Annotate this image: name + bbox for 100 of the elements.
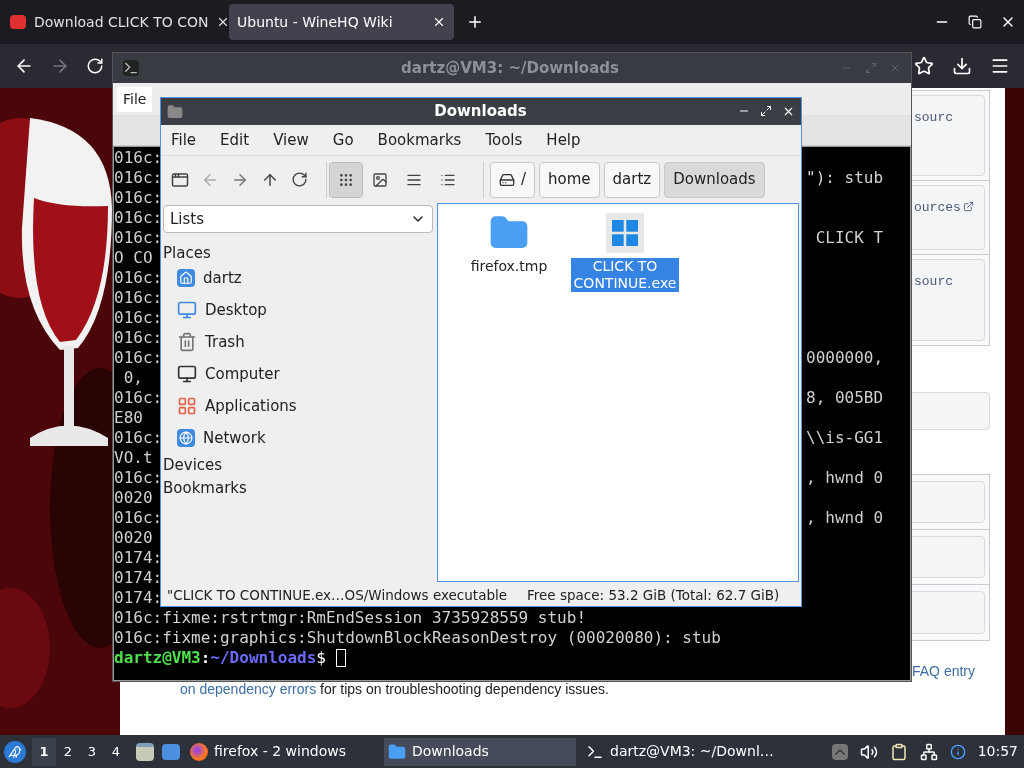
status-text: "CLICK TO CONTINUE.ex…OS/Windows executable (167, 585, 508, 605)
terminal-line: 016c: (114, 308, 163, 328)
place-item[interactable]: Computer (163, 358, 433, 390)
shell-prompt: dartz@VM3:~/Downloads$ (114, 648, 326, 668)
file-name[interactable]: CLICK TO CONTINUE.exe (571, 258, 679, 292)
browser-tab[interactable]: Ubuntu - WineHQ Wiki (229, 4, 454, 40)
browser-tab[interactable]: Download CLICK TO CON (2, 4, 227, 40)
workspace-button[interactable]: 2 (56, 737, 80, 766)
terminal-line: 0, (122, 368, 143, 388)
task-button[interactable]: firefox - 2 windows (186, 737, 378, 766)
trash-icon (177, 332, 197, 352)
terminal-line: 016c: (114, 188, 163, 208)
terminal-line: 016c: (114, 348, 163, 368)
terminal-line: 016c:fixme:graphics:ShutdownBlockReasonDestroy (00020080): stub (114, 628, 722, 648)
terminal-line: 0174: (114, 568, 163, 588)
terminal-line: , hwnd 0 (806, 508, 885, 528)
place-item[interactable]: Trash (163, 326, 433, 358)
path-button[interactable]: home (539, 161, 600, 198)
section-heading: Places (163, 243, 212, 262)
menu-item[interactable]: View (273, 128, 309, 152)
path-button[interactable]: dartz (603, 161, 661, 198)
menu-item[interactable]: Help (546, 128, 581, 152)
menu-item[interactable]: Bookmarks (377, 128, 462, 152)
workspace-button[interactable]: 3 (80, 737, 104, 766)
new-tab-icon[interactable] (466, 13, 484, 31)
close-icon[interactable] (782, 105, 795, 118)
place-item[interactable]: dartz (163, 262, 433, 294)
faq-link[interactable]: FAQ entry (912, 663, 976, 679)
terminal-line: 016c: (114, 388, 163, 408)
clipboard-icon[interactable] (889, 742, 908, 761)
task-button[interactable]: Downloads (384, 737, 576, 766)
terminal-line: 016c: (114, 288, 163, 308)
drive-icon (499, 171, 515, 188)
section-heading: Devices (163, 455, 224, 476)
file-cabinet-icon[interactable] (136, 742, 154, 761)
image-icon (372, 171, 388, 188)
terminal-line: 016c: (114, 428, 163, 448)
terminal-line: 8, 005BD (806, 388, 885, 408)
terminal-line: 0020 (114, 488, 153, 508)
window-title: Downloads (433, 101, 527, 123)
restore-icon[interactable] (968, 15, 982, 29)
terminal-line: \\is-GG1 (806, 428, 885, 448)
view-mode-button[interactable] (329, 161, 363, 198)
computer-icon (177, 364, 197, 384)
clock: 10:57 (977, 742, 1018, 761)
terminal-line: 016c: (114, 148, 163, 168)
terminal-line: 016c: (114, 168, 163, 188)
terminal-icon (123, 60, 139, 76)
terminal-line: 016c: (114, 468, 163, 488)
place-item[interactable]: Desktop (163, 294, 433, 326)
volume-icon[interactable] (859, 742, 878, 761)
home-icon (177, 269, 195, 287)
workspace-button[interactable]: 1 (32, 737, 56, 766)
code-text: ources (914, 199, 961, 217)
applications-icon (177, 396, 197, 416)
download-icon[interactable] (952, 56, 972, 76)
notification-icon[interactable] (949, 743, 966, 760)
terminal-line: VO.t (114, 448, 153, 468)
terminal-line: 016c: (114, 268, 163, 288)
side-pane-dropdown[interactable]: Lists (163, 205, 433, 233)
task-button[interactable]: dartz@VM3: ~/Downl… (582, 737, 774, 766)
terminal-line: 016c:fixme:rstrtmgr:RmEndSession 3735928559 stub! (114, 608, 587, 628)
menu-item[interactable]: Tools (485, 128, 523, 152)
path-button[interactable]: / (490, 161, 536, 198)
reload-icon[interactable] (291, 171, 308, 188)
terminal-line: E80 (114, 408, 143, 428)
maximize-icon[interactable] (760, 105, 772, 117)
network-icon (177, 429, 195, 447)
file-name[interactable]: firefox.tmp (455, 258, 563, 275)
menu-item[interactable]: Edit (220, 128, 250, 152)
terminal-line: CLICK T (814, 228, 885, 248)
menu-icon[interactable] (990, 56, 1010, 76)
workspace-button[interactable]: 4 (104, 737, 128, 766)
terminal-line: 016c: (114, 328, 163, 348)
terminal-line: , hwnd 0 (806, 468, 885, 488)
cursor (335, 649, 346, 667)
menu-item[interactable]: Go (332, 128, 354, 152)
path-button[interactable]: Downloads (664, 161, 765, 198)
menu-item[interactable]: File (117, 86, 153, 112)
network-icon[interactable] (919, 742, 938, 761)
terminal-line: 016c: (114, 228, 163, 248)
terminal-line: 016c: (114, 208, 163, 228)
place-item[interactable]: Applications (163, 390, 433, 422)
windows-logo-icon (612, 220, 638, 246)
section-heading: Bookmarks (163, 478, 248, 499)
new-tab-icon[interactable] (171, 170, 189, 189)
terminal-line: 0000000, (806, 348, 885, 368)
window-title: dartz@VM3: ~/Downloads (400, 57, 619, 79)
menu-item[interactable]: File (171, 128, 197, 152)
terminal-line: O CO (114, 248, 153, 268)
dependency-errors-link[interactable]: on dependency errors (180, 681, 317, 697)
tab-favicon-icon (10, 15, 26, 29)
desktop-icon[interactable] (162, 743, 180, 760)
close-icon[interactable] (432, 15, 446, 29)
bookmark-star-icon[interactable] (914, 56, 934, 76)
place-item[interactable]: Network (163, 422, 433, 454)
desktop-icon (177, 300, 197, 320)
tray-expand-icon[interactable] (831, 743, 848, 760)
start-button[interactable] (4, 740, 26, 763)
folder-icon (388, 742, 406, 761)
